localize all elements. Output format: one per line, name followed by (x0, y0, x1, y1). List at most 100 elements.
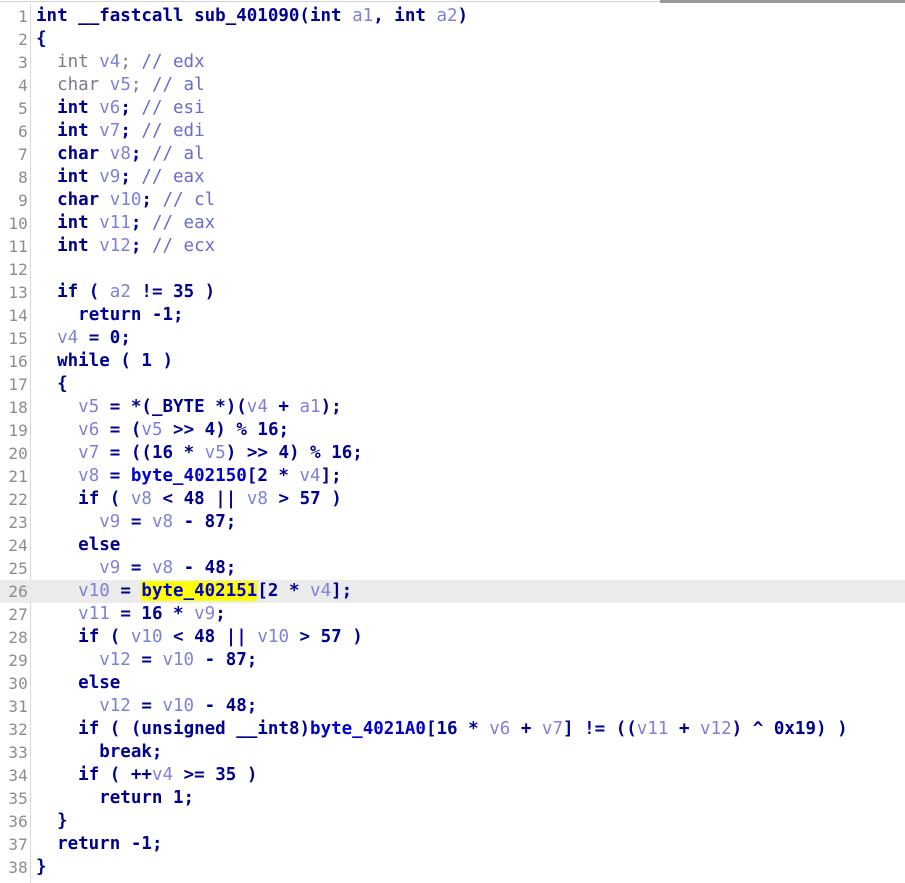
code-text[interactable]: int v9; // eax (28, 166, 205, 189)
code-text[interactable]: char v8; // al (28, 143, 205, 166)
code-token[interactable]: a1 (300, 397, 321, 417)
code-line-current[interactable]: 26 v10 = byte_402151[2 * v4]; (0, 580, 905, 603)
code-text[interactable]: break; (28, 741, 162, 764)
code-text[interactable]: int v12; // ecx (28, 235, 215, 258)
code-token[interactable]: v12 (99, 650, 131, 670)
code-line[interactable]: 14 return -1; (0, 304, 905, 327)
code-token[interactable]: a1 (352, 6, 373, 26)
code-token[interactable]: v8 (247, 489, 268, 509)
code-line[interactable]: 22 if ( v8 < 48 || v8 > 57 ) (0, 488, 905, 511)
code-token[interactable]: v4 (300, 466, 321, 486)
code-line[interactable]: 16 while ( 1 ) (0, 350, 905, 373)
code-token[interactable]: v12 (700, 719, 732, 739)
code-line[interactable]: 34 if ( ++v4 >= 35 ) (0, 764, 905, 787)
code-text[interactable]: v12 = v10 - 87; (28, 649, 257, 672)
code-token[interactable]: byte_402150 (131, 466, 247, 486)
code-token[interactable]: v9 (99, 512, 120, 532)
highlighted-symbol[interactable]: byte_402151 (141, 581, 258, 601)
code-text[interactable]: int __fastcall sub_401090(int a1, int a2… (28, 5, 468, 28)
code-token[interactable]: v10 (162, 650, 194, 670)
code-text[interactable]: int v4; // edx (28, 51, 205, 74)
code-text[interactable]: v5 = *(_BYTE *)(v4 + a1); (28, 396, 342, 419)
code-line[interactable]: 8 int v9; // eax (0, 166, 905, 189)
code-token[interactable]: v6 (99, 98, 120, 118)
code-line[interactable]: 3 int v4; // edx (0, 51, 905, 74)
code-line[interactable]: 11 int v12; // ecx (0, 235, 905, 258)
code-line[interactable]: 2{ (0, 28, 905, 51)
code-text[interactable]: if ( (unsigned __int8)byte_4021A0[16 * v… (28, 718, 847, 741)
code-token[interactable]: v11 (99, 213, 131, 233)
code-text[interactable]: v7 = ((16 * v5) >> 4) % 16; (28, 442, 363, 465)
code-text[interactable]: v9 = v8 - 48; (28, 557, 236, 580)
code-line[interactable]: 21 v8 = byte_402150[2 * v4]; (0, 465, 905, 488)
code-line[interactable]: 23 v9 = v8 - 87; (0, 511, 905, 534)
code-token[interactable]: v4 (310, 581, 331, 601)
code-line[interactable]: 17 { (0, 373, 905, 396)
code-token[interactable]: v10 (257, 627, 289, 647)
code-line[interactable]: 37 return -1; (0, 833, 905, 856)
code-token[interactable]: v7 (99, 121, 120, 141)
code-token[interactable]: byte_4021A0 (310, 719, 426, 739)
code-text[interactable]: v4 = 0; (28, 327, 131, 350)
code-token[interactable]: v5 (205, 443, 226, 463)
code-token[interactable]: v8 (152, 512, 173, 532)
code-text[interactable]: { (28, 28, 47, 51)
code-token[interactable]: v4 (57, 328, 78, 348)
code-token[interactable]: v12 (99, 696, 131, 716)
code-token[interactable]: a2 (110, 282, 131, 302)
code-token[interactable]: v5 (141, 420, 162, 440)
code-token[interactable]: v7 (78, 443, 99, 463)
code-token[interactable]: v11 (637, 719, 669, 739)
code-line[interactable]: 30 else (0, 672, 905, 695)
code-line[interactable]: 13 if ( a2 != 35 ) (0, 281, 905, 304)
code-line[interactable]: 29 v12 = v10 - 87; (0, 649, 905, 672)
code-text[interactable]: int v7; // edi (28, 120, 205, 143)
code-text[interactable]: v9 = v8 - 87; (28, 511, 236, 534)
code-text[interactable]: if ( v10 < 48 || v10 > 57 ) (28, 626, 363, 649)
code-token[interactable]: v4 (99, 52, 120, 72)
code-text[interactable]: } (28, 810, 68, 833)
code-line[interactable]: 7 char v8; // al (0, 143, 905, 166)
code-text[interactable]: } (28, 856, 47, 879)
code-text[interactable]: char v5; // al (28, 74, 205, 97)
code-line[interactable]: 4 char v5; // al (0, 74, 905, 97)
code-text[interactable]: v6 = (v5 >> 4) % 16; (28, 419, 289, 442)
code-line[interactable]: 19 v6 = (v5 >> 4) % 16; (0, 419, 905, 442)
code-token[interactable]: v7 (542, 719, 563, 739)
code-text[interactable]: v11 = 16 * v9; (28, 603, 226, 626)
code-line[interactable]: 25 v9 = v8 - 48; (0, 557, 905, 580)
code-text[interactable]: v8 = byte_402150[2 * v4]; (28, 465, 342, 488)
code-line[interactable]: 9 char v10; // cl (0, 189, 905, 212)
code-line[interactable]: 32 if ( (unsigned __int8)byte_4021A0[16 … (0, 718, 905, 741)
code-token[interactable]: v9 (99, 558, 120, 578)
code-token[interactable]: v12 (99, 236, 131, 256)
code-line[interactable]: 31 v12 = v10 - 48; (0, 695, 905, 718)
code-line[interactable]: 10 int v11; // eax (0, 212, 905, 235)
code-text[interactable]: return -1; (28, 833, 162, 856)
code-line[interactable]: 28 if ( v10 < 48 || v10 > 57 ) (0, 626, 905, 649)
code-text[interactable]: v10 = byte_402151[2 * v4]; (28, 580, 352, 603)
code-token[interactable]: v8 (131, 489, 152, 509)
code-token[interactable]: v10 (162, 696, 194, 716)
code-text[interactable]: if ( v8 < 48 || v8 > 57 ) (28, 488, 342, 511)
code-line[interactable]: 24 else (0, 534, 905, 557)
code-token[interactable]: v8 (152, 558, 173, 578)
code-text[interactable]: while ( 1 ) (28, 350, 173, 373)
code-token[interactable]: v10 (131, 627, 163, 647)
code-line[interactable]: 27 v11 = 16 * v9; (0, 603, 905, 626)
top-scrollbar-edge[interactable] (660, 0, 905, 3)
code-token[interactable]: v9 (194, 604, 215, 624)
code-text[interactable]: return -1; (28, 304, 183, 327)
code-line[interactable]: 35 return 1; (0, 787, 905, 810)
code-text[interactable]: int v11; // eax (28, 212, 215, 235)
code-text[interactable]: return 1; (28, 787, 194, 810)
code-text[interactable]: v12 = v10 - 48; (28, 695, 257, 718)
code-token[interactable]: v5 (78, 397, 99, 417)
code-line[interactable]: 15 v4 = 0; (0, 327, 905, 350)
code-text[interactable]: else (28, 672, 120, 695)
code-token[interactable]: v5 (110, 75, 131, 95)
code-line[interactable]: 1 int __fastcall sub_401090(int a1, int a… (0, 5, 905, 28)
code-token[interactable]: v10 (110, 190, 142, 210)
code-line[interactable]: 38} (0, 856, 905, 879)
code-line-list[interactable]: 1 int __fastcall sub_401090(int a1, int a… (0, 4, 905, 879)
